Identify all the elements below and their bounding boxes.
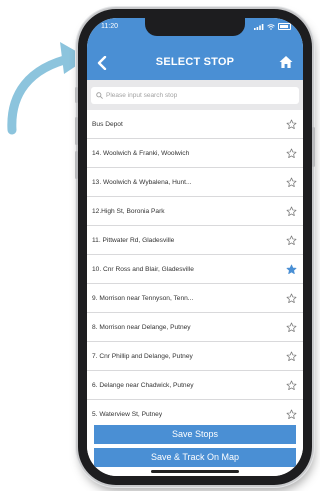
stop-name: 12.High St, Boronia Park — [92, 207, 165, 215]
stop-name: 11. Pittwater Rd, Gladesville — [92, 236, 175, 244]
status-time: 11:20 — [101, 23, 118, 30]
home-indicator — [151, 470, 239, 473]
star-icon[interactable] — [286, 322, 297, 333]
footer-actions: Save Stops Save & Track On Map — [87, 423, 303, 476]
battery-icon — [278, 23, 291, 30]
stop-name: 13. Woolwich & Wybalena, Hunt... — [92, 178, 192, 186]
stop-list-item[interactable]: 11. Pittwater Rd, Gladesville — [87, 226, 303, 255]
star-icon[interactable] — [286, 206, 297, 217]
star-icon[interactable] — [286, 177, 297, 188]
search-input[interactable] — [103, 92, 286, 99]
home-button[interactable] — [279, 55, 293, 69]
page-title: SELECT STOP — [155, 56, 235, 68]
stop-list-item[interactable]: 8. Morrison near Delange, Putney — [87, 313, 303, 342]
stop-list-item[interactable]: 13. Woolwich & Wybalena, Hunt... — [87, 168, 303, 197]
stop-list-item[interactable]: Bus Depot — [87, 110, 303, 139]
save-and-track-button[interactable]: Save & Track On Map — [94, 448, 296, 467]
star-icon[interactable] — [286, 380, 297, 391]
stop-name: 7. Cnr Phillip and Delange, Putney — [92, 352, 193, 360]
search-field-container — [91, 87, 299, 104]
stop-name: 6. Delange near Chadwick, Putney — [92, 381, 194, 389]
stop-name: 10. Cnr Ross and Blair, Gladesville — [92, 265, 194, 273]
power-button — [312, 127, 315, 167]
stop-list-item[interactable]: 7. Cnr Phillip and Delange, Putney — [87, 342, 303, 371]
stop-name: 14. Woolwich & Franki, Woolwich — [92, 149, 190, 157]
home-icon — [279, 56, 293, 68]
search-icon — [96, 92, 103, 99]
stop-list-item[interactable]: 6. Delange near Chadwick, Putney — [87, 371, 303, 400]
wifi-icon — [267, 23, 275, 30]
stop-name: 8. Morrison near Delange, Putney — [92, 323, 191, 331]
star-icon[interactable] — [286, 351, 297, 362]
stop-list-item[interactable]: 9. Morrison near Tennyson, Tenn... — [87, 284, 303, 313]
stop-list-item[interactable]: 12.High St, Boronia Park — [87, 197, 303, 226]
stop-list: Bus Depot 14. Woolwich & Franki, Woolwic… — [87, 110, 303, 428]
phone-screen: 11:20 SELECT STOP Please input search st… — [87, 18, 303, 476]
star-icon[interactable] — [286, 148, 297, 159]
status-icons — [254, 23, 291, 30]
search-bar — [87, 80, 303, 110]
stop-name: 9. Morrison near Tennyson, Tenn... — [92, 294, 194, 302]
star-icon[interactable] — [286, 235, 297, 246]
stop-name: Bus Depot — [92, 120, 123, 128]
star-icon[interactable] — [286, 293, 297, 304]
star-filled-icon[interactable] — [286, 264, 297, 275]
star-icon[interactable] — [286, 119, 297, 130]
notch — [145, 18, 245, 36]
volume-down-button — [75, 151, 78, 179]
signal-icon — [254, 23, 264, 30]
star-icon[interactable] — [286, 409, 297, 420]
stop-list-item[interactable]: 10. Cnr Ross and Blair, Gladesville — [87, 255, 303, 284]
stop-list-item[interactable]: 14. Woolwich & Franki, Woolwich — [87, 139, 303, 168]
mute-switch — [75, 87, 78, 103]
volume-up-button — [75, 117, 78, 145]
save-stops-button[interactable]: Save Stops — [94, 425, 296, 444]
phone-frame: 11:20 SELECT STOP Please input search st… — [75, 9, 315, 485]
stop-name: 5. Waterview St, Putney — [92, 410, 163, 418]
